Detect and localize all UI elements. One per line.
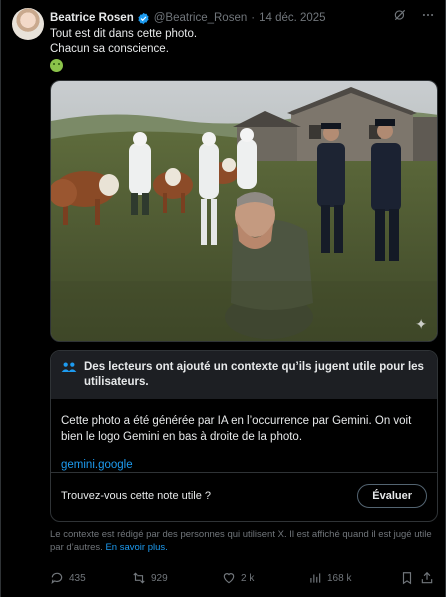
community-note-source-link[interactable]: gemini.google bbox=[61, 457, 427, 473]
grok-icon[interactable] bbox=[392, 7, 408, 23]
repost-icon bbox=[133, 572, 145, 584]
views-button[interactable]: 168 k bbox=[308, 571, 400, 585]
community-note-header: Des lecteurs ont ajouté un contexte qu’i… bbox=[51, 351, 437, 399]
timeline-left-border bbox=[0, 0, 1, 597]
like-button[interactable]: 2 k bbox=[222, 571, 308, 585]
post-photo[interactable]: ✦ bbox=[50, 80, 438, 342]
post-header-actions bbox=[392, 7, 436, 23]
author-avatar[interactable] bbox=[12, 8, 44, 40]
gemini-logo-icon: ✦ bbox=[415, 316, 427, 332]
share-icon bbox=[421, 571, 433, 584]
community-note-context: Le contexte est rédigé par des personnes… bbox=[50, 528, 440, 554]
community-note-divider bbox=[51, 472, 437, 473]
rate-note-button[interactable]: Évaluer bbox=[357, 484, 427, 508]
community-note-question: Trouvez-vous cette note utile ? bbox=[61, 490, 212, 502]
post-date[interactable]: 14 déc. 2025 bbox=[259, 12, 326, 24]
bookmark-icon bbox=[402, 572, 412, 585]
community-note: Des lecteurs ont ajouté un contexte qu’i… bbox=[50, 350, 438, 522]
heart-icon bbox=[223, 573, 235, 584]
share-button[interactable] bbox=[420, 571, 436, 585]
reply-icon bbox=[51, 572, 63, 585]
post-header: Beatrice Rosen @Beatrice_Rosen · 14 déc.… bbox=[50, 9, 434, 27]
learn-more-link[interactable]: En savoir plus. bbox=[105, 542, 167, 553]
author-handle[interactable]: @Beatrice_Rosen bbox=[154, 12, 248, 24]
author-name[interactable]: Beatrice Rosen bbox=[50, 12, 134, 24]
post-text-line-2: Chacun sa conscience. bbox=[50, 43, 169, 55]
community-note-title: Des lecteurs ont ajouté un contexte qu’i… bbox=[84, 361, 424, 388]
post-text-line-1: Tout est dit dans cette photo. bbox=[50, 28, 198, 40]
reply-count: 435 bbox=[69, 572, 86, 584]
bookmark-button[interactable] bbox=[400, 571, 420, 585]
farm-scene-image bbox=[51, 81, 437, 341]
post-action-bar: 435 929 2 k 168 k bbox=[50, 570, 436, 586]
post-text: Tout est dit dans cette photo. Chacun sa… bbox=[50, 27, 197, 77]
repost-count: 929 bbox=[151, 572, 168, 584]
views-chart-icon bbox=[310, 573, 321, 583]
community-note-text: Cette photo a été générée par IA en l’oc… bbox=[61, 415, 412, 443]
reply-button[interactable]: 435 bbox=[50, 571, 132, 585]
verified-badge-icon[interactable] bbox=[137, 12, 150, 25]
like-count: 2 k bbox=[241, 572, 255, 584]
header-separator: · bbox=[251, 12, 256, 24]
more-options-icon[interactable] bbox=[420, 7, 436, 23]
repost-button[interactable]: 929 bbox=[132, 571, 222, 585]
nauseated-face-icon bbox=[50, 59, 63, 72]
people-icon bbox=[61, 362, 77, 372]
community-note-body: Cette photo a été générée par IA en l’oc… bbox=[51, 399, 437, 473]
view-count: 168 k bbox=[327, 572, 352, 584]
